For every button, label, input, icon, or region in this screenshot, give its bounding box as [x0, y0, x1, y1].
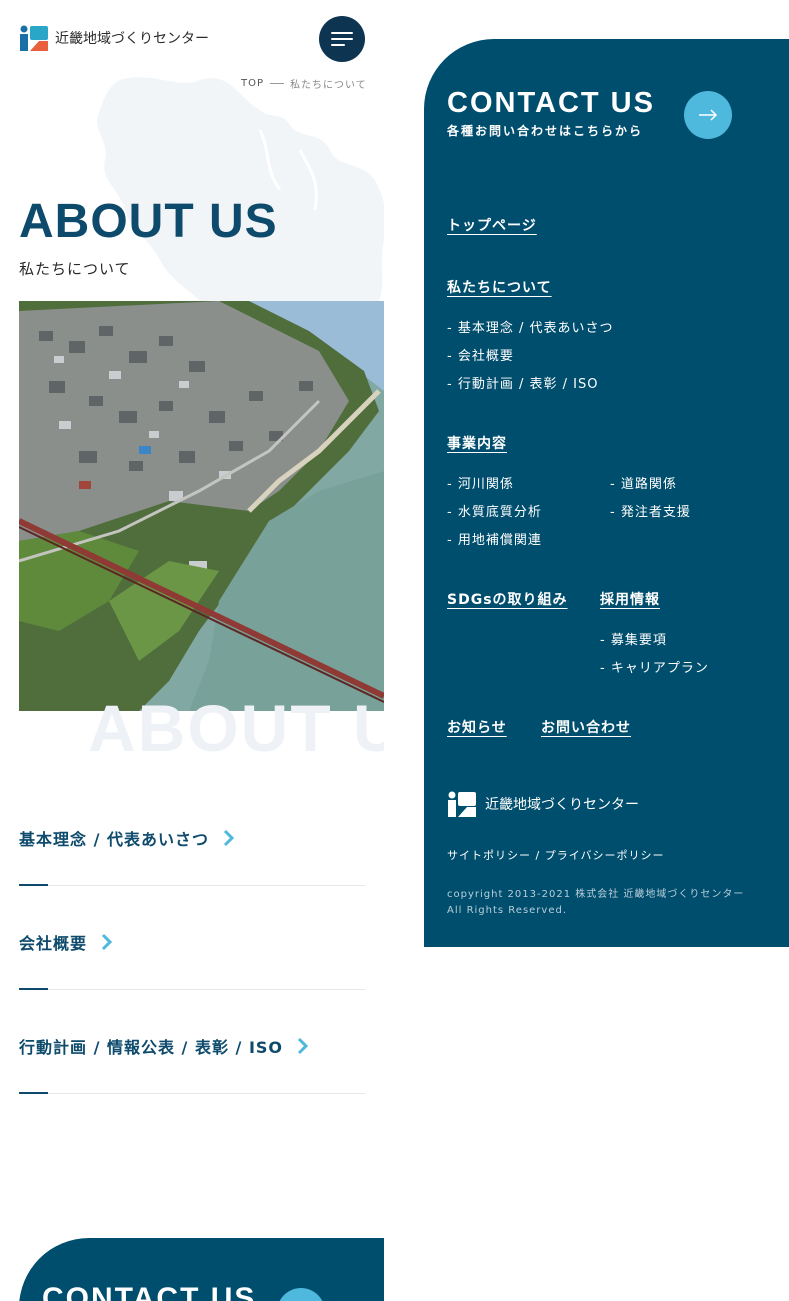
- menu-business[interactable]: 事業内容: [447, 433, 507, 453]
- menu-recruit[interactable]: 採用情報: [600, 589, 660, 609]
- menu-contact-title: CONTACT US: [447, 87, 655, 119]
- aerial-photo-image: [19, 301, 384, 711]
- site-logo[interactable]: 近畿地域づくりセンター: [19, 25, 209, 51]
- page-subtitle: 私たちについて: [19, 260, 131, 278]
- menu-business-river[interactable]: - 河川関係: [447, 473, 514, 492]
- divider: [19, 989, 365, 990]
- about-watermark-text: ABOUT US: [88, 691, 384, 765]
- menu-copyright: copyright 2013-2021 株式会社 近畿地域づくりセンター All…: [447, 887, 744, 919]
- menu-about-philosophy[interactable]: - 基本理念 / 代表あいさつ: [447, 317, 613, 336]
- menu-line-icon: [331, 44, 345, 46]
- breadcrumb-home[interactable]: TOP: [241, 78, 264, 89]
- chevron-right-icon: [297, 1037, 309, 1055]
- divider-accent: [19, 884, 48, 886]
- menu-line-icon: [331, 38, 353, 40]
- breadcrumb-separator: [270, 83, 285, 84]
- arrow-right-icon: [699, 109, 718, 121]
- menu-contact-link[interactable]: CONTACT US 各種お問い合わせはこちらから: [447, 87, 655, 139]
- menu-about-action-plan[interactable]: - 行動計画 / 表彰 / ISO: [447, 373, 598, 392]
- chevron-right-icon: [223, 829, 235, 847]
- divider: [19, 885, 365, 886]
- link-philosophy-greeting[interactable]: 基本理念 / 代表あいさつ: [19, 826, 365, 886]
- link-action-plan[interactable]: 行動計画 / 情報公表 / 表彰 / ISO: [19, 1034, 365, 1094]
- divider-accent: [19, 1092, 48, 1094]
- contact-arrow-button[interactable]: [277, 1288, 325, 1301]
- breadcrumb: TOP 私たちについて: [241, 76, 367, 91]
- contact-banner[interactable]: CONTACT US: [19, 1238, 384, 1301]
- divider-accent: [19, 988, 48, 990]
- menu-news[interactable]: お知らせ: [447, 717, 507, 737]
- menu-business-client-support[interactable]: - 発注者支援: [610, 501, 691, 520]
- contact-banner-title: CONTACT US: [42, 1282, 257, 1301]
- menu-top-page[interactable]: トップページ: [447, 215, 537, 235]
- menu-recruit-career-plan[interactable]: - キャリアプラン: [600, 657, 709, 676]
- menu-inquiry[interactable]: お問い合わせ: [541, 717, 631, 737]
- menu-footer-logo-text: 近畿地域づくりセンター: [485, 797, 639, 813]
- menu-contact-arrow-button[interactable]: [684, 91, 732, 139]
- menu-business-road[interactable]: - 道路関係: [610, 473, 677, 492]
- hamburger-menu-button[interactable]: [319, 16, 365, 62]
- menu-about[interactable]: 私たちについて: [447, 277, 552, 297]
- menu-about-company[interactable]: - 会社概要: [447, 345, 514, 364]
- chevron-right-icon: [101, 933, 113, 951]
- hero-aerial-photo: [19, 301, 384, 711]
- menu-sdgs[interactable]: SDGsの取り組み: [447, 589, 568, 609]
- about-page: 近畿地域づくりセンター TOP 私たちについて ABOUT US 私たちについて: [0, 0, 384, 1301]
- page-title: ABOUT US: [19, 195, 278, 248]
- menu-business-land-compensation[interactable]: - 用地補償関連: [447, 529, 542, 548]
- divider: [19, 1093, 365, 1094]
- menu-recruit-requirements[interactable]: - 募集要項: [600, 629, 667, 648]
- menu-business-water-analysis[interactable]: - 水質底質分析: [447, 501, 542, 520]
- global-menu-panel: CONTACT US 各種お問い合わせはこちらから トップページ 私たちについて…: [424, 39, 789, 947]
- logo-mark-icon: [448, 791, 476, 817]
- menu-contact-subtitle: 各種お問い合わせはこちらから: [447, 124, 644, 138]
- link-label: 会社概要: [19, 934, 88, 953]
- menu-line-icon: [331, 32, 353, 34]
- menu-footer-logo[interactable]: 近畿地域づくりセンター: [447, 791, 639, 817]
- link-label: 基本理念 / 代表あいさつ: [19, 830, 209, 849]
- map-background-icon: [97, 77, 384, 310]
- logo-mark-icon: [20, 25, 48, 51]
- logo-text: 近畿地域づくりセンター: [55, 31, 209, 47]
- link-company-overview[interactable]: 会社概要: [19, 930, 365, 990]
- copyright-line-2: All Rights Reserved.: [447, 905, 568, 916]
- copyright-line-1: copyright 2013-2021 株式会社 近畿地域づくりセンター: [447, 889, 745, 900]
- menu-policy-link[interactable]: サイトポリシー / プライバシーポリシー: [447, 847, 664, 863]
- breadcrumb-current: 私たちについて: [290, 80, 367, 91]
- link-label: 行動計画 / 情報公表 / 表彰 / ISO: [19, 1038, 284, 1057]
